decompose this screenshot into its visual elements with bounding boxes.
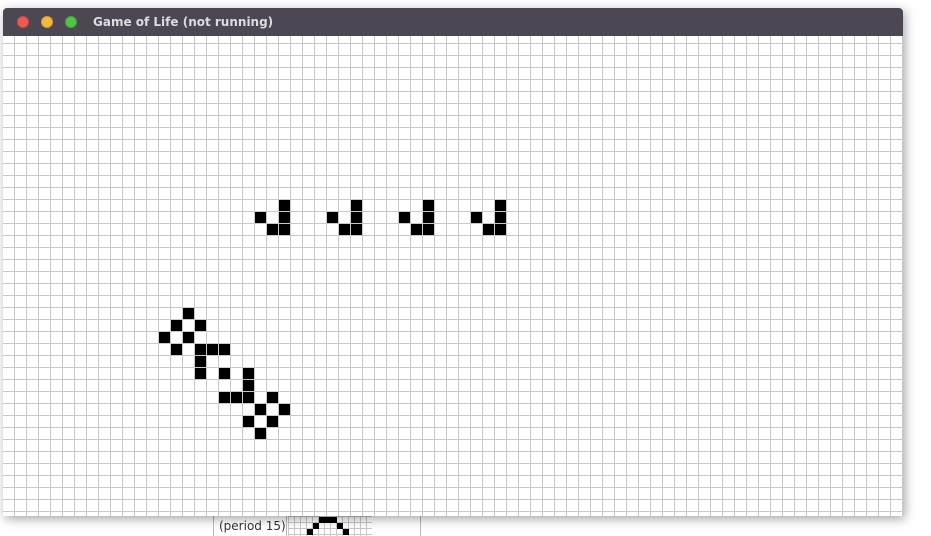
live-cell[interactable] <box>399 212 410 223</box>
live-cell[interactable] <box>171 320 182 331</box>
live-cell[interactable] <box>255 428 266 439</box>
live-cell[interactable] <box>267 416 278 427</box>
live-cell[interactable] <box>183 332 194 343</box>
live-cell[interactable] <box>423 224 434 235</box>
live-cell[interactable] <box>327 212 338 223</box>
live-cell[interactable] <box>279 212 290 223</box>
live-cell[interactable] <box>255 212 266 223</box>
live-cell[interactable] <box>195 368 206 379</box>
live-cell[interactable] <box>207 344 218 355</box>
live-cell[interactable] <box>219 368 230 379</box>
background-divider <box>420 516 421 536</box>
live-cell[interactable] <box>195 320 206 331</box>
thumbnail-cell <box>307 529 313 535</box>
live-cell[interactable] <box>255 404 266 415</box>
live-cell[interactable] <box>495 212 506 223</box>
live-cell[interactable] <box>351 200 362 211</box>
live-cell[interactable] <box>351 212 362 223</box>
window-title: Game of Life (not running) <box>93 15 274 29</box>
minimize-button[interactable] <box>41 16 53 28</box>
live-cell[interactable] <box>243 380 254 391</box>
title-bar[interactable]: Game of Life (not running) <box>3 8 903 36</box>
live-cell[interactable] <box>243 368 254 379</box>
live-cell[interactable] <box>183 308 194 319</box>
live-cell[interactable] <box>243 416 254 427</box>
live-cell[interactable] <box>471 212 482 223</box>
background-divider <box>213 516 214 536</box>
live-cell[interactable] <box>267 392 278 403</box>
thumbnail-cell <box>343 529 349 535</box>
live-cell[interactable] <box>243 392 254 403</box>
live-cell[interactable] <box>279 200 290 211</box>
background-pattern-thumbnail <box>288 516 372 536</box>
live-cell[interactable] <box>219 392 230 403</box>
life-grid[interactable] <box>3 36 903 516</box>
live-cell[interactable] <box>231 392 242 403</box>
background-window <box>0 516 931 536</box>
game-of-life-window: Game of Life (not running) <box>3 8 903 516</box>
live-cell[interactable] <box>483 224 494 235</box>
live-cell[interactable] <box>195 356 206 367</box>
live-cell[interactable] <box>411 224 422 235</box>
live-cell[interactable] <box>495 200 506 211</box>
live-cell[interactable] <box>159 332 170 343</box>
live-cell[interactable] <box>279 404 290 415</box>
live-cell[interactable] <box>267 224 278 235</box>
thumbnail-cell <box>313 523 319 529</box>
maximize-button[interactable] <box>65 16 77 28</box>
live-cell[interactable] <box>171 344 182 355</box>
live-cell[interactable] <box>423 200 434 211</box>
background-divider <box>286 516 287 536</box>
live-cell[interactable] <box>279 224 290 235</box>
background-caption: (period 15) <box>219 519 286 533</box>
live-cell[interactable] <box>495 224 506 235</box>
live-cell[interactable] <box>351 224 362 235</box>
live-cell[interactable] <box>339 224 350 235</box>
live-cell[interactable] <box>195 344 206 355</box>
close-button[interactable] <box>17 16 29 28</box>
live-cell[interactable] <box>219 344 230 355</box>
live-cell[interactable] <box>423 212 434 223</box>
